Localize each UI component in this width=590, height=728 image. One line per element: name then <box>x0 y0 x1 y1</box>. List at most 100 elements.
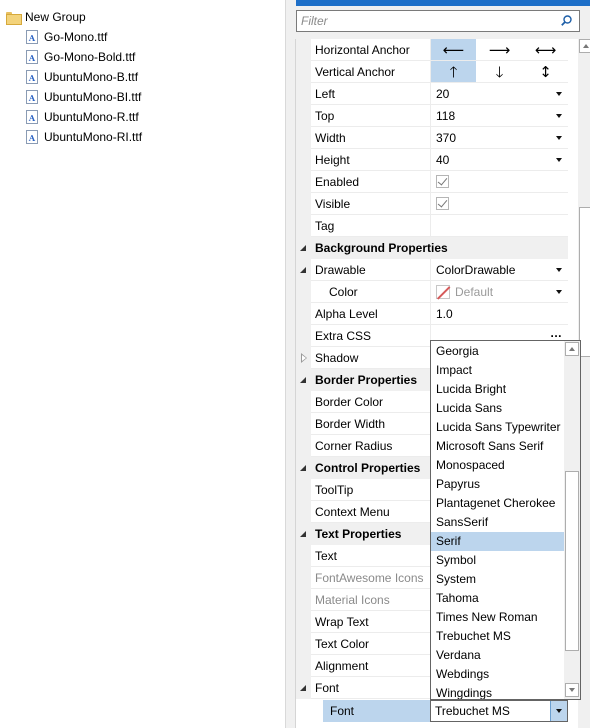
prop-label: Alignment <box>311 655 430 677</box>
tree-file-label: UbuntuMono-R.ttf <box>44 110 139 124</box>
prop-alpha-level: Alpha Level 1.0 <box>296 303 568 325</box>
prop-label: Alpha Level <box>311 303 430 325</box>
collapse-triangle-icon[interactable] <box>300 377 306 383</box>
prop-label: Text Color <box>311 633 430 655</box>
filter-input[interactable] <box>297 11 547 31</box>
anchor-down-arrow-icon[interactable]: 🡓 <box>477 61 522 82</box>
prop-horizontal-anchor: Horizontal Anchor ⟵ ⟶ ⟷ <box>296 39 568 61</box>
enabled-checkbox[interactable] <box>436 175 449 188</box>
collapse-triangle-icon[interactable] <box>300 465 306 471</box>
font-option[interactable]: Verdana <box>431 646 564 665</box>
prop-height: Height 40 <box>296 149 568 171</box>
font-option[interactable]: Lucida Bright <box>431 380 564 399</box>
font-option[interactable]: Webdings <box>431 665 564 684</box>
font-combobox[interactable]: Trebuchet MS <box>430 700 568 722</box>
tree-file-item[interactable]: A Go-Mono.ttf <box>26 27 107 47</box>
prop-drawable: Drawable ColorDrawable <box>296 259 568 281</box>
font-option[interactable]: Wingdings <box>431 684 564 699</box>
font-option[interactable]: Georgia <box>431 342 564 361</box>
prop-label: Wrap Text <box>311 611 430 633</box>
prop-label: Top <box>311 105 430 127</box>
file-tree: New Group A Go-Mono.ttf A Go-Mono-Bold.t… <box>0 0 286 728</box>
anchor-right-arrow-icon[interactable]: ⟶ <box>477 39 522 60</box>
tree-file-item[interactable]: A UbuntuMono-RI.ttf <box>26 127 142 147</box>
font-option[interactable]: Microsoft Sans Serif <box>431 437 564 456</box>
anchor-left-arrow-icon[interactable]: ⟵ <box>431 39 476 60</box>
collapse-triangle-icon[interactable] <box>300 245 306 251</box>
font-option[interactable]: Tahoma <box>431 589 564 608</box>
scrollbar-thumb[interactable] <box>579 207 590 357</box>
tree-group-node[interactable]: New Group <box>6 7 86 27</box>
prop-label: Extra CSS <box>311 325 430 347</box>
tree-file-label: UbuntuMono-BI.ttf <box>44 90 142 104</box>
prop-width-value[interactable]: 370 <box>430 127 568 149</box>
panel-header-bar <box>296 0 590 6</box>
chevron-down-icon[interactable] <box>556 92 562 96</box>
font-dropdown-list: Georgia Impact Lucida Bright Lucida Sans… <box>430 340 581 700</box>
prop-tag-value[interactable] <box>430 215 568 237</box>
collapse-triangle-icon[interactable] <box>300 685 306 691</box>
prop-alpha-level-value[interactable]: 1.0 <box>430 303 568 325</box>
font-option[interactable]: Symbol <box>431 551 564 570</box>
font-option[interactable]: Lucida Sans <box>431 399 564 418</box>
prop-label: Context Menu <box>311 501 430 523</box>
prop-font: Font Trebuchet MS <box>320 700 590 722</box>
chevron-down-icon[interactable] <box>556 114 562 118</box>
chevron-down-icon[interactable] <box>556 290 562 294</box>
prop-color-value[interactable]: Default <box>430 281 568 303</box>
prop-top-value[interactable]: 118 <box>430 105 568 127</box>
prop-tag: Tag <box>296 215 568 237</box>
chevron-down-icon[interactable] <box>556 158 562 162</box>
anchor-both-arrow-icon[interactable]: ⟷ <box>523 39 568 60</box>
collapse-triangle-icon[interactable] <box>300 267 306 273</box>
expand-triangle-icon[interactable] <box>301 353 307 363</box>
scroll-up-button[interactable] <box>565 342 579 356</box>
prop-label: Material Icons <box>311 589 430 611</box>
prop-height-value[interactable]: 40 <box>430 149 568 171</box>
anchor-updown-arrow-icon[interactable]: ↕ <box>523 61 568 82</box>
filter-box <box>296 10 580 32</box>
collapse-triangle-icon[interactable] <box>300 531 306 537</box>
prop-label: Shadow <box>311 347 430 369</box>
scroll-down-button[interactable] <box>565 683 579 697</box>
font-option-selected[interactable]: Serif <box>431 532 564 551</box>
tree-file-item[interactable]: A UbuntuMono-BI.ttf <box>26 87 141 107</box>
tree-file-label: Go-Mono.ttf <box>44 30 108 44</box>
anchor-up-arrow-icon[interactable]: 🡑 <box>431 61 476 82</box>
prop-label: Corner Radius <box>311 435 430 457</box>
prop-label: Border Color <box>311 391 430 413</box>
font-option[interactable]: System <box>431 570 564 589</box>
chevron-down-icon[interactable] <box>556 136 562 140</box>
prop-left-value[interactable]: 20 <box>430 83 568 105</box>
scroll-up-button[interactable] <box>579 39 590 53</box>
tree-file-label: UbuntuMono-RI.ttf <box>44 130 143 144</box>
font-option[interactable]: Impact <box>431 361 564 380</box>
chevron-down-icon[interactable] <box>556 268 562 272</box>
prop-label: Drawable <box>311 259 430 281</box>
font-option[interactable]: SansSerif <box>431 513 564 532</box>
category-background-properties[interactable]: Background Properties <box>296 237 568 259</box>
tree-file-item[interactable]: A UbuntuMono-B.ttf <box>26 67 138 87</box>
font-list-scrollbar[interactable] <box>564 341 580 699</box>
chevron-down-icon[interactable] <box>550 701 567 721</box>
scrollbar-thumb[interactable] <box>565 471 579 651</box>
font-option[interactable]: Plantagenet Cherokee <box>431 494 564 513</box>
prop-vertical-anchor: Vertical Anchor 🡑 🡓 ↕ <box>296 61 568 83</box>
font-file-icon: A <box>26 30 38 44</box>
prop-enabled: Enabled <box>296 171 568 193</box>
visible-checkbox[interactable] <box>436 197 449 210</box>
font-file-icon: A <box>26 50 38 64</box>
prop-top: Top 118 <box>296 105 568 127</box>
font-option[interactable]: Monospaced <box>431 456 564 475</box>
tree-file-item[interactable]: A UbuntuMono-R.ttf <box>26 107 139 127</box>
prop-label: Text <box>311 545 430 567</box>
search-icon[interactable] <box>561 15 572 26</box>
prop-label: Vertical Anchor <box>311 61 430 83</box>
prop-drawable-value[interactable]: ColorDrawable <box>430 259 568 281</box>
font-option[interactable]: Papyrus <box>431 475 564 494</box>
font-option[interactable]: Times New Roman <box>431 608 564 627</box>
font-option[interactable]: Trebuchet MS <box>431 627 564 646</box>
font-option[interactable]: Lucida Sans Typewriter <box>431 418 564 437</box>
tree-file-item[interactable]: A Go-Mono-Bold.ttf <box>26 47 135 67</box>
prop-label: Height <box>311 149 430 171</box>
